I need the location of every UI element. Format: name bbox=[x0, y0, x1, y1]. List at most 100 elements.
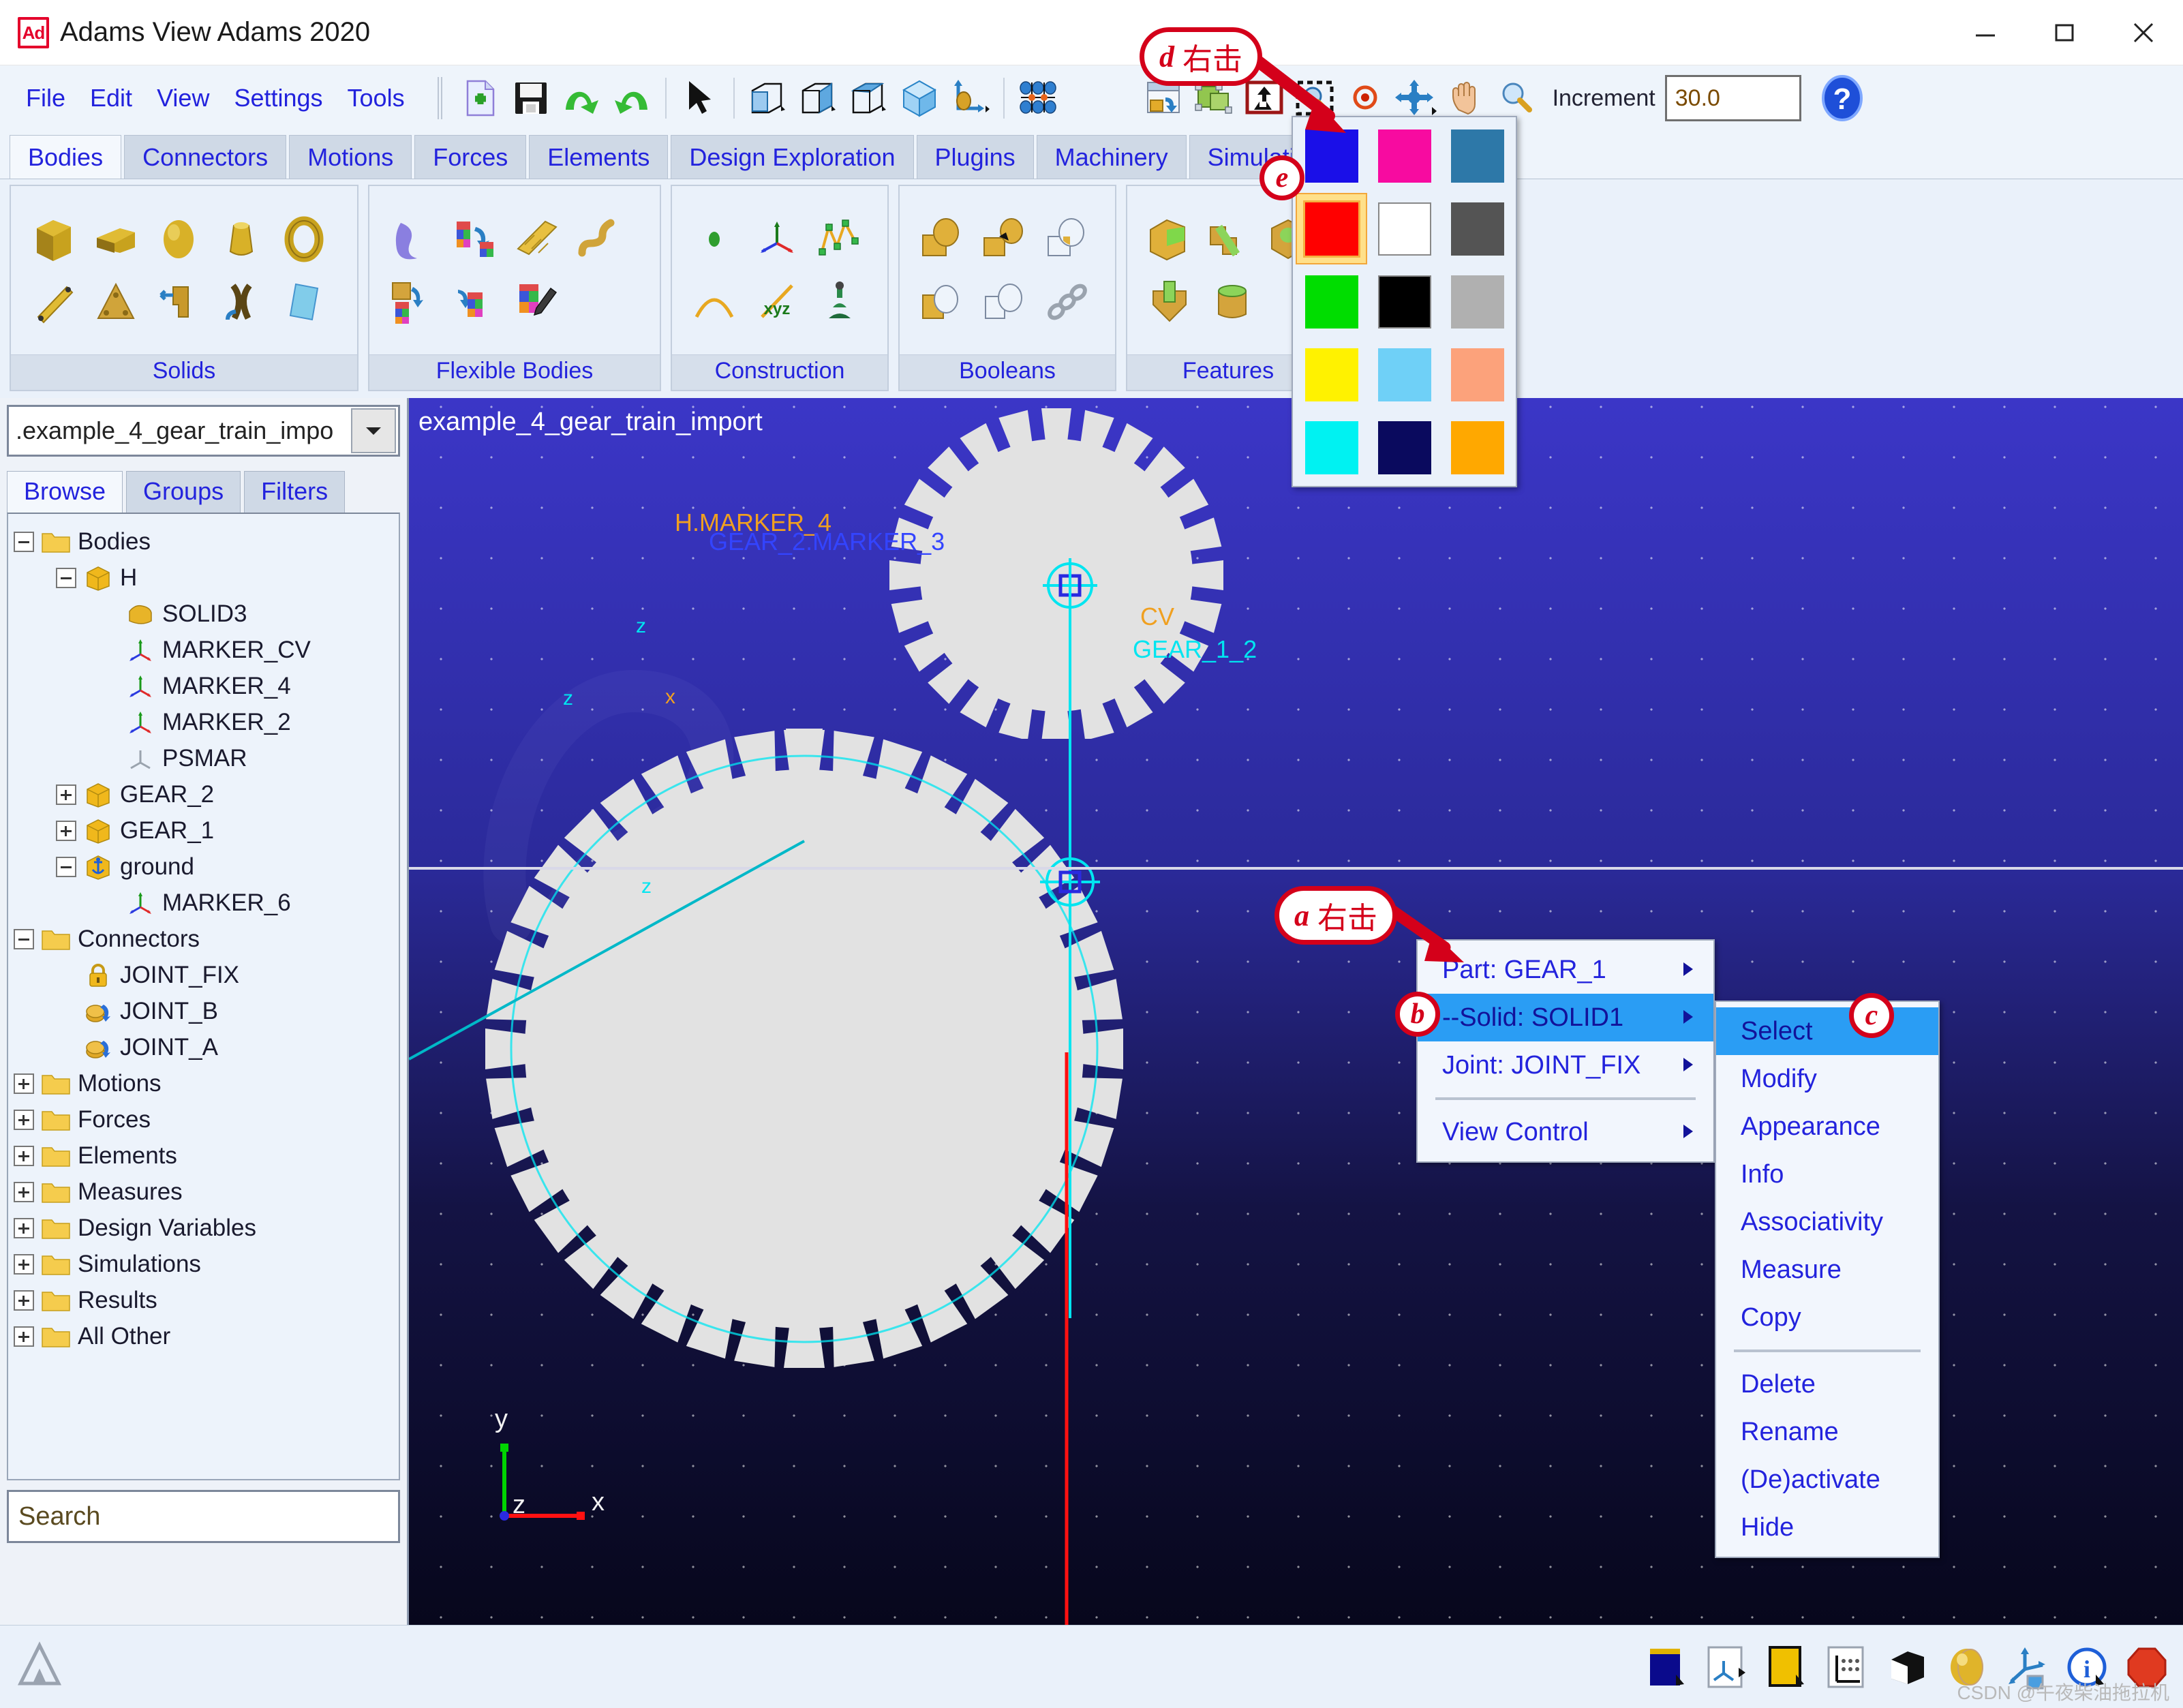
chain-icon[interactable] bbox=[1036, 271, 1099, 333]
tree-item-connectors[interactable]: Connectors bbox=[14, 921, 393, 957]
plane-icon[interactable] bbox=[273, 271, 335, 333]
hole-icon[interactable] bbox=[1201, 271, 1264, 333]
polyline-icon[interactable] bbox=[808, 208, 871, 271]
tree-item-all-other[interactable]: All Other bbox=[14, 1318, 393, 1354]
tree-item-results[interactable]: Results bbox=[14, 1282, 393, 1318]
frustum-solid-icon[interactable] bbox=[210, 208, 273, 271]
search-input[interactable]: Search bbox=[7, 1490, 400, 1543]
color-palette-popup[interactable] bbox=[1292, 116, 1517, 487]
expand-icon[interactable] bbox=[14, 1181, 34, 1202]
view-iso-icon[interactable] bbox=[793, 73, 844, 123]
minimize-icon[interactable] bbox=[1946, 0, 2025, 65]
color-swatch-6[interactable] bbox=[1296, 266, 1367, 337]
tree-item-solid3[interactable]: SOLID3 bbox=[14, 596, 393, 632]
collapse-icon[interactable] bbox=[14, 928, 34, 949]
menu-item-associativity[interactable]: Associativity bbox=[1716, 1198, 1938, 1246]
maximize-icon[interactable] bbox=[2025, 0, 2104, 65]
menu-item-settings[interactable]: Settings bbox=[222, 84, 335, 112]
view-shaded-icon[interactable] bbox=[894, 73, 945, 123]
fillet-icon[interactable] bbox=[1198, 208, 1258, 271]
expand-icon[interactable] bbox=[14, 1145, 34, 1166]
color-swatch-10[interactable] bbox=[1369, 339, 1440, 410]
flex-curve-icon[interactable] bbox=[568, 208, 631, 271]
arc-icon[interactable] bbox=[683, 271, 746, 333]
marker-display-icon[interactable] bbox=[1700, 1638, 1754, 1696]
solid-submenu[interactable]: Select Modify Appearance Info Associativity M… bbox=[1715, 1001, 1940, 1558]
subtract-icon[interactable] bbox=[911, 271, 973, 333]
flex-edit-icon[interactable] bbox=[506, 271, 568, 333]
torus-solid-icon[interactable] bbox=[273, 208, 335, 271]
link-solid-icon[interactable] bbox=[22, 271, 85, 333]
tree-item-psmar[interactable]: PSMAR bbox=[14, 740, 393, 776]
merge-icon[interactable] bbox=[973, 208, 1036, 271]
cylinder-solid-icon[interactable] bbox=[85, 208, 147, 271]
menu-item-view[interactable]: View bbox=[144, 84, 222, 112]
tree-item-joint-b[interactable]: JOINT_B bbox=[14, 993, 393, 1029]
expand-icon[interactable] bbox=[14, 1109, 34, 1130]
collapse-icon[interactable] bbox=[56, 567, 76, 588]
revolution-solid-icon[interactable] bbox=[210, 271, 273, 333]
tab-forces[interactable]: Forces bbox=[414, 135, 527, 179]
tab-machinery[interactable]: Machinery bbox=[1036, 135, 1187, 179]
select-arrow-icon[interactable] bbox=[675, 73, 725, 123]
tree-item-elements[interactable]: Elements bbox=[14, 1138, 393, 1174]
menu-item-rename[interactable]: Rename bbox=[1716, 1408, 1938, 1456]
plate-solid-icon[interactable] bbox=[85, 271, 147, 333]
color-swatch-12[interactable] bbox=[1296, 412, 1367, 483]
close-icon[interactable] bbox=[2104, 0, 2183, 65]
menu-item-info[interactable]: Info bbox=[1716, 1150, 1938, 1198]
expand-icon[interactable] bbox=[14, 1073, 34, 1094]
color-swatch-9[interactable] bbox=[1296, 339, 1367, 410]
expand-icon[interactable] bbox=[56, 784, 76, 805]
menu-item-joint-joint-fix[interactable]: Joint: JOINT_FIX bbox=[1418, 1041, 1713, 1089]
grid-points-icon[interactable] bbox=[1013, 73, 1063, 123]
color-swatch-8[interactable] bbox=[1441, 266, 1513, 337]
color-swatch-3[interactable] bbox=[1296, 193, 1367, 264]
rigid-to-flex-icon[interactable] bbox=[443, 208, 506, 271]
menu-item-delete[interactable]: Delete bbox=[1716, 1360, 1938, 1408]
spline-icon[interactable] bbox=[808, 271, 871, 333]
help-icon[interactable]: ? bbox=[1816, 72, 1868, 124]
menu-item-file[interactable]: File bbox=[14, 84, 78, 112]
tree-item-bodies[interactable]: Bodies bbox=[14, 523, 393, 560]
point-icon[interactable] bbox=[683, 208, 746, 271]
tab-plugins[interactable]: Plugins bbox=[916, 135, 1034, 179]
beam-icon[interactable] bbox=[506, 208, 568, 271]
menu-item-view-control[interactable]: View Control bbox=[1418, 1108, 1713, 1156]
tree-item-simulations[interactable]: Simulations bbox=[14, 1246, 393, 1282]
expand-icon[interactable] bbox=[14, 1290, 34, 1311]
menu-item-edit[interactable]: Edit bbox=[78, 84, 144, 112]
tree-item-marker-6[interactable]: MARKER_6 bbox=[14, 885, 393, 921]
color-fill-icon[interactable] bbox=[1760, 1638, 1814, 1696]
unite-icon[interactable] bbox=[911, 208, 973, 271]
save-icon[interactable] bbox=[506, 73, 556, 123]
increment-input[interactable]: 30.0 bbox=[1664, 75, 1801, 121]
tab-design-exploration[interactable]: Design Exploration bbox=[671, 135, 914, 179]
color-swatch-2[interactable] bbox=[1441, 120, 1513, 192]
expand-icon[interactable] bbox=[14, 1253, 34, 1275]
tab-connectors[interactable]: Connectors bbox=[124, 135, 287, 179]
render-mode-icon[interactable] bbox=[1640, 1638, 1694, 1696]
chamfer-icon[interactable] bbox=[1138, 208, 1198, 271]
tab-filters[interactable]: Filters bbox=[244, 471, 346, 513]
collapse-icon[interactable] bbox=[56, 856, 76, 877]
tree-item-marker-cv[interactable]: MARKER_CV bbox=[14, 632, 393, 668]
menu-item--solid-solid1[interactable]: --Solid: SOLID1 bbox=[1418, 994, 1713, 1041]
flex-to-rigid-icon[interactable] bbox=[443, 271, 506, 333]
expand-icon[interactable] bbox=[56, 820, 76, 841]
menu-item-modify[interactable]: Modify bbox=[1716, 1055, 1938, 1103]
expand-icon[interactable] bbox=[14, 1326, 34, 1347]
new-file-icon[interactable] bbox=[455, 73, 506, 123]
menu-item-select[interactable]: Select bbox=[1716, 1007, 1938, 1055]
view-front-icon[interactable] bbox=[743, 73, 793, 123]
box-solid-icon[interactable] bbox=[22, 208, 85, 271]
color-swatch-11[interactable] bbox=[1441, 339, 1513, 410]
marker-icon[interactable] bbox=[746, 208, 808, 271]
grid-icon[interactable] bbox=[1820, 1638, 1874, 1696]
tab-groups[interactable]: Groups bbox=[126, 471, 241, 513]
intersect-icon[interactable] bbox=[1036, 208, 1099, 271]
split-icon[interactable] bbox=[973, 271, 1036, 333]
rigid-to-flex2-icon[interactable] bbox=[380, 271, 443, 333]
undo-icon[interactable] bbox=[556, 73, 607, 123]
color-swatch-7[interactable] bbox=[1369, 266, 1440, 337]
